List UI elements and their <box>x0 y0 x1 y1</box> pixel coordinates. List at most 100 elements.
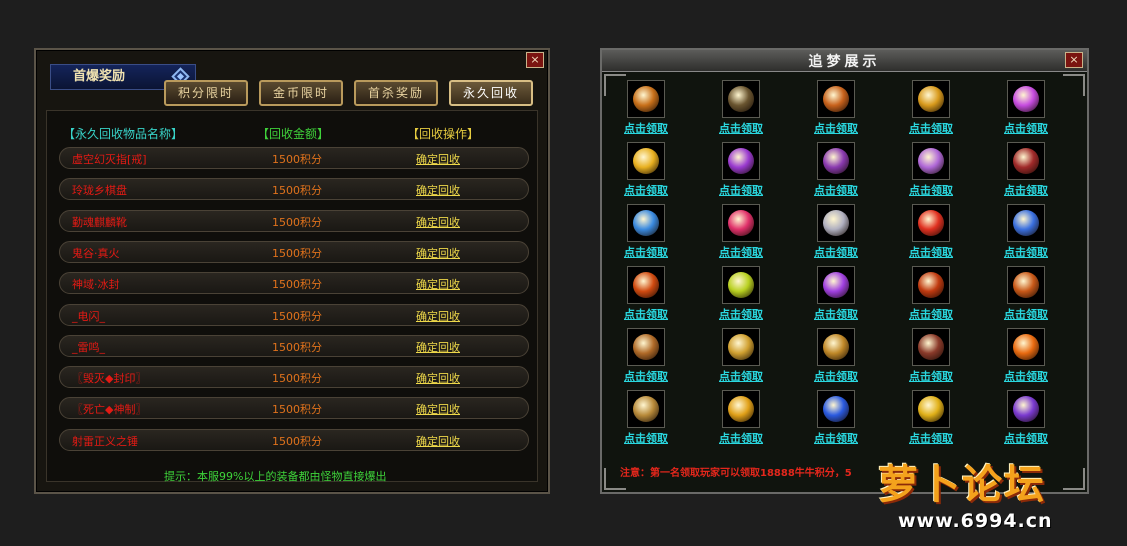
claim-link[interactable]: 点击领取 <box>610 368 682 384</box>
violet-sphere-icon[interactable] <box>817 266 855 304</box>
watermark-brand: 萝卜论坛 <box>878 462 1046 508</box>
ember-claw-icon[interactable] <box>1007 266 1045 304</box>
claim-link[interactable]: 点击领取 <box>705 244 777 260</box>
dream-showcase-panel: 追梦展示 × 点击领取 点击领取 点击领取 点击领取 点击领取 点击领取 点击领取 点击领取点… <box>600 48 1089 494</box>
table-row: _雷鸣_ 1500积分 确定回收 <box>59 334 529 357</box>
blue-shard-icon[interactable] <box>1007 204 1045 242</box>
tab-first-kill-reward[interactable]: 首杀奖励 <box>354 80 438 106</box>
claim-link[interactable]: 点击领取 <box>705 120 777 136</box>
sun-emblem-icon[interactable] <box>627 80 665 118</box>
violet-crown-icon[interactable] <box>817 142 855 180</box>
tab-points-limited[interactable]: 积分限时 <box>164 80 248 106</box>
confirm-recycle-link[interactable]: 确定回收 <box>416 214 460 230</box>
claim-link[interactable]: 点击领取 <box>800 368 872 384</box>
claim-link[interactable]: 点击领取 <box>610 306 682 322</box>
violet-glow-icon[interactable] <box>1007 390 1045 428</box>
reward-cell: 点击领取 <box>895 80 965 138</box>
silver-shield-icon[interactable] <box>817 204 855 242</box>
claim-link[interactable]: 点击领取 <box>990 368 1062 384</box>
reward-cell: 点击领取 <box>800 80 870 138</box>
ice-crystal-icon[interactable] <box>627 204 665 242</box>
column-header-amount: 【回收金额】 <box>257 127 330 141</box>
orange-flame-icon[interactable] <box>1007 328 1045 366</box>
claim-link[interactable]: 点击领取 <box>705 306 777 322</box>
claim-link[interactable]: 点击领取 <box>610 244 682 260</box>
claim-link[interactable]: 点击领取 <box>800 182 872 198</box>
confirm-recycle-link[interactable]: 确定回收 <box>416 151 460 167</box>
notice-text: 注意：第一名领取玩家可以领取18888牛牛积分，5 <box>620 468 852 479</box>
watermark-url: www.6994.cn <box>898 510 1053 532</box>
bread-icon[interactable] <box>817 80 855 118</box>
claim-link[interactable]: 点击领取 <box>895 430 967 446</box>
blue-orb-icon[interactable] <box>817 390 855 428</box>
claim-link[interactable]: 点击领取 <box>610 430 682 446</box>
lime-leaf-icon[interactable] <box>722 266 760 304</box>
bronze-skull-icon[interactable] <box>627 328 665 366</box>
claim-link[interactable]: 点击领取 <box>800 430 872 446</box>
gold-swirl-icon[interactable] <box>722 390 760 428</box>
claim-link[interactable]: 点击领取 <box>990 244 1062 260</box>
confirm-recycle-link[interactable]: 确定回收 <box>416 339 460 355</box>
claim-link[interactable]: 点击领取 <box>895 244 967 260</box>
confirm-recycle-link[interactable]: 确定回收 <box>416 370 460 386</box>
ruby-flower-icon[interactable] <box>722 204 760 242</box>
plaque-icon[interactable] <box>722 80 760 118</box>
item-artwork <box>918 396 944 422</box>
claim-link[interactable]: 点击领取 <box>990 306 1062 322</box>
confirm-recycle-link[interactable]: 确定回收 <box>416 433 460 449</box>
confirm-recycle-link[interactable]: 确定回收 <box>416 308 460 324</box>
recycle-amount: 1500积分 <box>272 434 322 448</box>
yellow-wing-icon[interactable] <box>912 390 950 428</box>
close-icon[interactable]: × <box>1065 52 1083 68</box>
reward-cell: 点击领取 <box>800 328 870 386</box>
red-gem-icon[interactable] <box>912 204 950 242</box>
close-icon[interactable]: × <box>526 52 544 68</box>
gold-feather-icon[interactable] <box>627 142 665 180</box>
claim-link[interactable]: 点击领取 <box>895 368 967 384</box>
fire-rune-icon[interactable] <box>627 266 665 304</box>
violet-ring-icon[interactable] <box>912 142 950 180</box>
claim-link[interactable]: 点击领取 <box>705 368 777 384</box>
claim-link[interactable]: 点击领取 <box>800 306 872 322</box>
item-artwork <box>728 86 754 112</box>
tab-permanent-recycle[interactable]: 永久回收 <box>449 80 533 106</box>
confirm-recycle-link[interactable]: 确定回收 <box>416 401 460 417</box>
crimson-mask-icon[interactable] <box>1007 142 1045 180</box>
item-artwork <box>633 272 659 298</box>
claim-link[interactable]: 点击领取 <box>610 182 682 198</box>
panel-title-text: 首爆奖励 <box>73 69 126 84</box>
item-artwork <box>633 148 659 174</box>
reward-cell: 点击领取 <box>610 142 680 200</box>
claim-link[interactable]: 点击领取 <box>895 182 967 198</box>
claim-link[interactable]: 点击领取 <box>610 120 682 136</box>
item-name: 神域·冰封 <box>72 278 120 292</box>
confirm-recycle-link[interactable]: 确定回收 <box>416 276 460 292</box>
claim-link[interactable]: 点击领取 <box>895 120 967 136</box>
claim-link[interactable]: 点击领取 <box>990 182 1062 198</box>
claim-link[interactable]: 点击领取 <box>800 244 872 260</box>
amber-ring-icon[interactable] <box>817 328 855 366</box>
item-artwork <box>1013 148 1039 174</box>
violet-cube-icon[interactable] <box>1007 80 1045 118</box>
claim-link[interactable]: 点击领取 <box>705 182 777 198</box>
claim-link[interactable]: 点击领取 <box>800 120 872 136</box>
golden-warrior-icon[interactable] <box>627 390 665 428</box>
item-name: 〖毁灭◆封印〗 <box>72 372 147 386</box>
claim-link[interactable]: 点击领取 <box>990 430 1062 446</box>
purple-orb-icon[interactable] <box>722 142 760 180</box>
claim-link[interactable]: 点击领取 <box>990 120 1062 136</box>
dark-coil-icon[interactable] <box>912 328 950 366</box>
item-artwork <box>823 334 849 360</box>
claim-link[interactable]: 点击领取 <box>895 306 967 322</box>
confirm-recycle-link[interactable]: 确定回收 <box>416 182 460 198</box>
gold-spiral-icon[interactable] <box>722 328 760 366</box>
claim-link[interactable]: 点击领取 <box>705 430 777 446</box>
golden-gun-icon[interactable] <box>912 80 950 118</box>
table-row: 〖死亡◆神制〗 1500积分 确定回收 <box>59 397 529 420</box>
lava-orb-icon[interactable] <box>912 266 950 304</box>
confirm-recycle-link[interactable]: 确定回收 <box>416 245 460 261</box>
item-artwork <box>633 334 659 360</box>
tab-gold-limited[interactable]: 金币限时 <box>259 80 343 106</box>
reward-cell: 点击领取 <box>990 80 1060 138</box>
reward-cell: 点击领取 <box>800 142 870 200</box>
